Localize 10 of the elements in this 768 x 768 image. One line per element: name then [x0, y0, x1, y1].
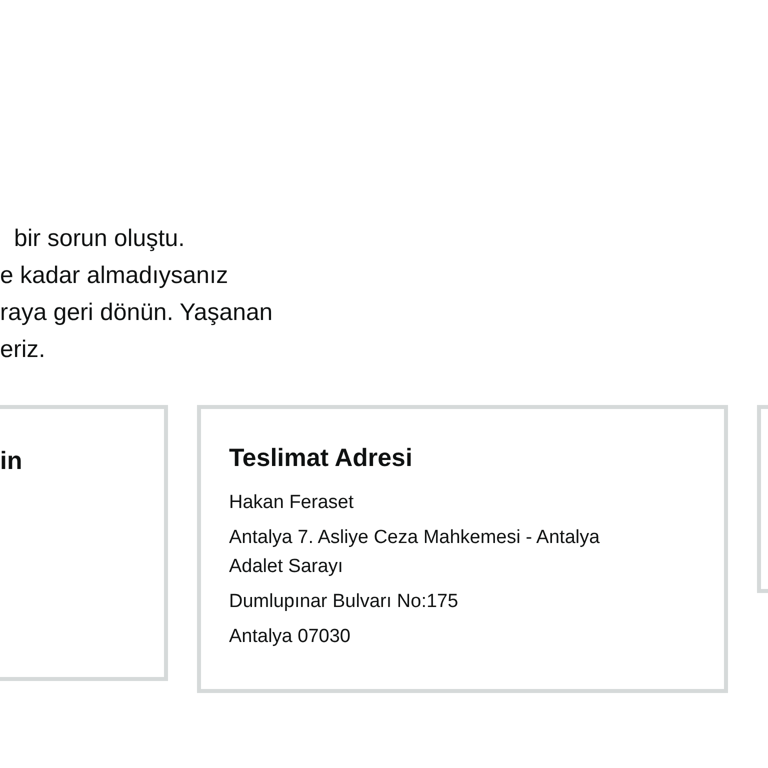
message-text: raya geri dönün. Yaşanan: [0, 298, 273, 328]
message-text: e kadar almadıysanız: [0, 261, 228, 291]
address-line: Dumlupınar Bulvarı No:175: [229, 590, 458, 614]
message-text: eriz.: [0, 335, 46, 365]
address-line: Hakan Feraset: [229, 491, 354, 515]
address-line: Antalya 7. Asliye Ceza Mahkemesi - Antalya Adalet Sarayı: [229, 526, 601, 579]
address-line: Antalya 07030: [229, 625, 350, 649]
message-text: bir sorun oluştu.: [13, 224, 185, 254]
card-title: Teslimat Adresi: [229, 443, 412, 474]
card-title: in: [0, 446, 22, 477]
